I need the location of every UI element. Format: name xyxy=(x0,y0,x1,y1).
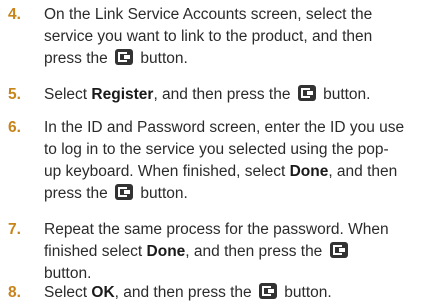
step-number: 8. xyxy=(8,284,21,301)
step-number: 7. xyxy=(8,221,21,238)
step-line: up keyboard. When finished, select Done,… xyxy=(44,161,444,183)
step-text-fragment: , and then xyxy=(328,163,398,180)
step-line: to log in to the service you selected us… xyxy=(44,141,389,158)
menu-option-done: Done xyxy=(146,243,186,260)
enter-button-icon xyxy=(258,283,277,299)
step-number: 5. xyxy=(8,86,21,103)
menu-option-ok: OK xyxy=(91,284,115,301)
step-5: 5. Select Register, and then press the b… xyxy=(0,84,444,106)
enter-button-icon xyxy=(115,49,134,65)
step-8: 8. Select OK, and then press the button. xyxy=(0,282,444,304)
step-text-fragment: , and then press the xyxy=(185,243,323,260)
step-line: finished select Done, and then press the xyxy=(44,241,444,263)
step-number: 4. xyxy=(8,6,21,23)
step-text-fragment: , and then press the xyxy=(114,284,252,301)
step-line: Select Register, and then press the butt… xyxy=(44,84,444,106)
step-number: 6. xyxy=(8,119,21,136)
step-7: 7. Repeat the same process for the passw… xyxy=(0,219,444,285)
step-text: In the ID and Password screen, enter the… xyxy=(44,117,444,205)
step-text-fragment: button. xyxy=(140,50,188,67)
step-line: In the ID and Password screen, enter the… xyxy=(44,119,405,136)
step-line: Select OK, and then press the button. xyxy=(44,282,444,304)
step-4: 4. On the Link Service Accounts screen, … xyxy=(0,4,444,70)
step-text-fragment: press the xyxy=(44,50,108,67)
step-text-fragment: Select xyxy=(44,86,88,103)
instruction-steps: 4. On the Link Service Accounts screen, … xyxy=(0,0,448,304)
step-text: Select OK, and then press the button. xyxy=(44,282,444,304)
step-text: Repeat the same process for the password… xyxy=(44,219,444,285)
enter-button-icon xyxy=(329,242,348,258)
step-text-fragment: button. xyxy=(284,284,332,301)
step-text-fragment: , and then press the xyxy=(153,86,291,103)
menu-option-done: Done xyxy=(289,163,329,180)
step-text: Select Register, and then press the butt… xyxy=(44,84,444,106)
step-text: On the Link Service Accounts screen, sel… xyxy=(44,4,444,70)
menu-option-register: Register xyxy=(91,86,154,103)
step-line: Repeat the same process for the password… xyxy=(44,221,389,238)
step-text-fragment: press the xyxy=(44,185,108,202)
step-line: service you want to link to the product,… xyxy=(44,28,373,45)
step-6: 6. In the ID and Password screen, enter … xyxy=(0,117,444,205)
enter-button-icon xyxy=(297,85,316,101)
step-text-fragment: button. xyxy=(323,86,371,103)
step-text-fragment: button. xyxy=(140,185,188,202)
step-line: On the Link Service Accounts screen, sel… xyxy=(44,6,373,23)
step-text-fragment: finished select xyxy=(44,243,143,260)
step-text-fragment: Select xyxy=(44,284,88,301)
step-line: press the button. xyxy=(44,183,444,205)
step-line: press the button. xyxy=(44,48,444,70)
enter-button-icon xyxy=(115,184,134,200)
step-text-fragment: up keyboard. When finished, select xyxy=(44,163,286,180)
